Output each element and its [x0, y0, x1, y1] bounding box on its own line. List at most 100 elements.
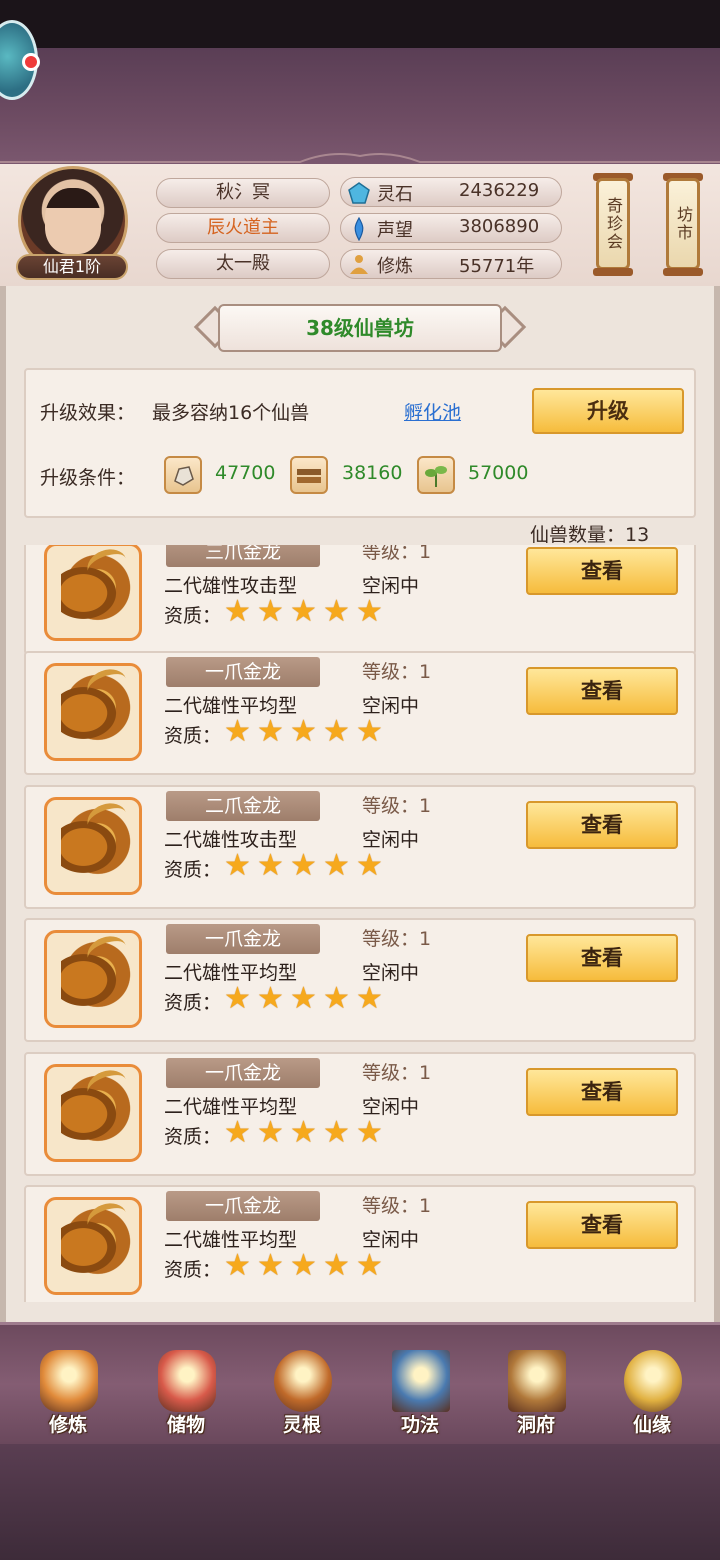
quality-stars: ★ ★ ★ ★ ★ [224, 597, 394, 629]
beast-quality-label: 资质： [164, 725, 222, 747]
wood-icon [290, 456, 328, 494]
golden-dragon-portrait[interactable] [44, 1064, 142, 1162]
resource-value: 2436229 [459, 180, 540, 201]
nav-cultivate[interactable]: 修炼 [22, 1346, 114, 1442]
golden-dragon-portrait[interactable] [44, 545, 142, 641]
material-count: 38160 [342, 462, 403, 484]
nav-storage[interactable]: 储物 [140, 1346, 232, 1442]
bottom-area [0, 1444, 720, 1560]
quality-stars: ★ ★ ★ ★ ★ [224, 1251, 394, 1283]
beast-level: 等级：1 [362, 545, 432, 563]
ore-icon [164, 456, 202, 494]
golden-dragon-portrait[interactable] [44, 663, 142, 761]
resource-value: 3806890 [459, 216, 540, 237]
beast-quality-label: 资质： [164, 859, 222, 881]
star-icon: ★ [356, 981, 383, 1016]
material-count: 57000 [468, 462, 529, 484]
technique-book-icon [392, 1350, 450, 1412]
beast-card: 一爪金龙 等级：1 二代雄性平均型 空闲中 资质： ★ ★ ★ ★ ★ 查看 [24, 918, 696, 1042]
fate-gourd-icon [624, 1350, 682, 1412]
beast-list[interactable]: 三爪金龙 等级：1 二代雄性攻击型 空闲中 资质： ★ ★ ★ ★ ★ 查看 一爪金龙 … [24, 545, 696, 1302]
beast-card: 一爪金龙 等级：1 二代雄性平均型 空闲中 资质： ★ ★ ★ ★ ★ 查看 [24, 1052, 696, 1176]
beast-count: 仙兽数量：13 [530, 520, 649, 547]
star-icon: ★ [257, 1248, 284, 1283]
nav-label: 洞府 [516, 1414, 555, 1436]
player-title: 辰火道主 [156, 213, 330, 243]
quality-stars: ★ ★ ★ ★ ★ [224, 717, 394, 749]
player-name: 秋氵冥 [156, 178, 330, 208]
nav-spirit-root[interactable]: 灵根 [256, 1346, 348, 1442]
beast-name: 一爪金龙 [166, 1191, 320, 1221]
beast-quality-label: 资质： [164, 1259, 222, 1281]
golden-dragon-portrait[interactable] [44, 797, 142, 895]
beast-level: 等级：1 [362, 1062, 432, 1084]
storage-bag-icon [158, 1350, 216, 1412]
material-count: 47700 [215, 462, 276, 484]
panel-title: 38级仙兽坊 [218, 304, 502, 352]
resource-label: 声望 [377, 220, 413, 241]
resource-label: 修炼 [377, 256, 413, 277]
resource-reputation: 声望 3806890 [340, 213, 562, 243]
resource-value: 55771年 [459, 256, 535, 277]
star-icon: ★ [323, 1248, 350, 1283]
market-button[interactable]: 坊市 [666, 178, 700, 270]
star-icon: ★ [356, 594, 383, 629]
treasure-fair-button[interactable]: 奇珍会 [596, 178, 630, 270]
star-icon: ★ [257, 594, 284, 629]
upgrade-effect-label: 升级效果： [40, 402, 136, 424]
golden-dragon-portrait[interactable] [44, 1197, 142, 1295]
star-icon: ★ [290, 1115, 317, 1150]
star-icon: ★ [323, 848, 350, 883]
beast-name: 一爪金龙 [166, 1058, 320, 1088]
view-button[interactable]: 查看 [526, 1201, 678, 1249]
beast-count-label: 仙兽数量： [530, 524, 626, 546]
nav-label: 储物 [166, 1414, 205, 1436]
nav-label: 功法 [400, 1414, 439, 1436]
beast-card: 二爪金龙 等级：1 二代雄性攻击型 空闲中 资质： ★ ★ ★ ★ ★ 查看 [24, 785, 696, 909]
scroll-cap [593, 268, 633, 276]
nav-fate[interactable]: 仙缘 [606, 1346, 698, 1442]
upgrade-button[interactable]: 升级 [532, 388, 684, 434]
quality-stars: ★ ★ ★ ★ ★ [224, 984, 394, 1016]
beast-level: 等级：1 [362, 661, 432, 683]
top-ornament [0, 153, 720, 163]
star-icon: ★ [290, 1248, 317, 1283]
nav-technique[interactable]: 功法 [374, 1346, 466, 1442]
view-button[interactable]: 查看 [526, 801, 678, 849]
nav-label: 修炼 [48, 1414, 87, 1436]
player-rank: 仙君1阶 [16, 254, 128, 280]
star-icon: ★ [290, 981, 317, 1016]
star-icon: ★ [224, 981, 251, 1016]
notification-dot-icon [22, 53, 40, 71]
herb-icon [417, 456, 455, 494]
beast-level: 等级：1 [362, 795, 432, 817]
beast-card: 三爪金龙 等级：1 二代雄性攻击型 空闲中 资质： ★ ★ ★ ★ ★ 查看 [24, 545, 696, 655]
star-icon: ★ [356, 848, 383, 883]
nav-cave-mansion[interactable]: 洞府 [490, 1346, 582, 1442]
star-icon: ★ [323, 981, 350, 1016]
golden-dragon-portrait[interactable] [44, 930, 142, 1028]
star-icon: ★ [356, 1248, 383, 1283]
upgrade-effect-text: 最多容纳16个仙兽 [152, 402, 310, 424]
upgrade-condition-label: 升级条件： [40, 467, 136, 489]
reputation-icon [354, 217, 364, 241]
star-icon: ★ [323, 594, 350, 629]
game-screen: { "player": { "name": "秋氵冥", "title": "辰… [0, 0, 720, 1560]
hatch-pool-link[interactable]: 孵化池 [404, 398, 461, 425]
avatar-face [45, 188, 101, 254]
scroll-cap [663, 268, 703, 276]
resource-cultivation: 修炼 55771年 [340, 249, 562, 279]
quality-stars: ★ ★ ★ ★ ★ [224, 1118, 394, 1150]
view-button[interactable]: 查看 [526, 547, 678, 595]
star-icon: ★ [224, 848, 251, 883]
beast-card: 一爪金龙 等级：1 二代雄性平均型 空闲中 资质： ★ ★ ★ ★ ★ 查看 [24, 1185, 696, 1302]
view-button[interactable]: 查看 [526, 934, 678, 982]
star-icon: ★ [224, 594, 251, 629]
nav-label: 灵根 [282, 1414, 321, 1436]
nav-label: 仙缘 [632, 1414, 671, 1436]
view-button[interactable]: 查看 [526, 1068, 678, 1116]
star-icon: ★ [257, 1115, 284, 1150]
meditation-icon [350, 255, 368, 274]
view-button[interactable]: 查看 [526, 667, 678, 715]
star-icon: ★ [323, 1115, 350, 1150]
